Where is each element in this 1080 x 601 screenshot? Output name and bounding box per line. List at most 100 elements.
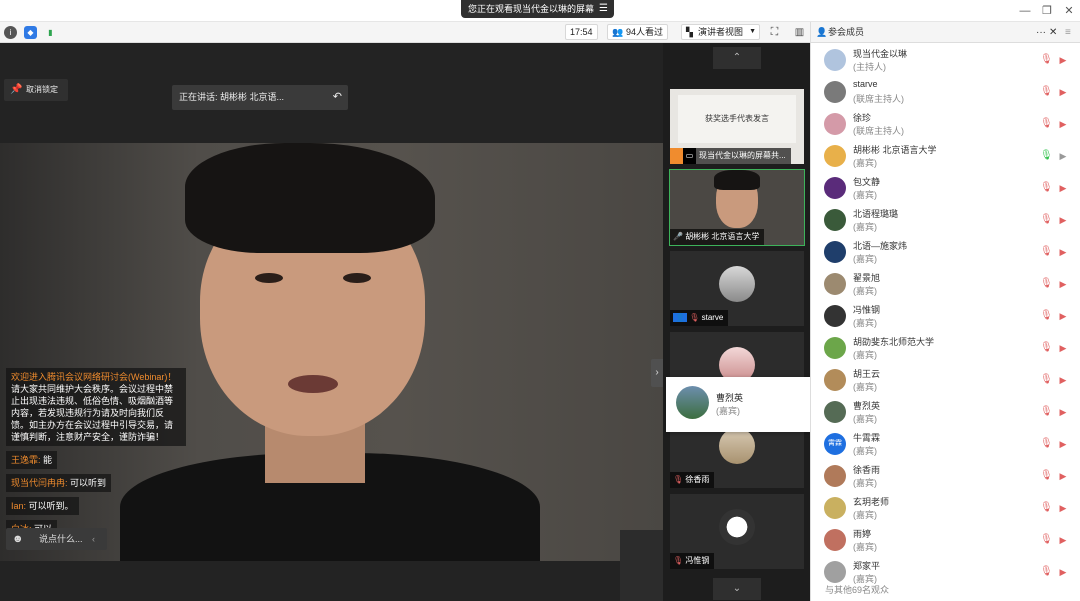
members-header: 👤 参会成员 ··· ✕ ≡ [811, 22, 1080, 43]
speaking-text: 正在讲话: 胡彬彬 北京语... [179, 92, 285, 102]
viewer-count[interactable]: 👥 94人看过 [607, 24, 669, 40]
camera-off-icon[interactable]: ▶ [1057, 534, 1069, 546]
camera-off-icon[interactable]: ▶ [1057, 342, 1069, 354]
thumb-participant[interactable]: 👤 🎙 starve [670, 251, 804, 326]
speaking-indicator: 正在讲话: 胡彬彬 北京语... ↶ [172, 85, 348, 110]
mic-muted-icon[interactable]: 🎙 [1040, 566, 1053, 578]
camera-off-icon[interactable]: ▶ [1057, 54, 1069, 66]
mic-muted-icon[interactable]: 🎙 [1040, 86, 1053, 98]
member-name: 胡王云 [853, 369, 881, 379]
unlock-label: 取消锁定 [26, 85, 58, 94]
camera-off-icon[interactable]: ▶ [1057, 470, 1069, 482]
chat-sender: Ian: [11, 501, 27, 511]
signal-icon[interactable]: ▮ [44, 26, 57, 39]
camera-off-icon[interactable]: ▶ [1057, 310, 1069, 322]
camera-off-icon[interactable]: ▶ [1057, 566, 1069, 578]
member-row[interactable]: 霄霖 牛霄霖 (嘉宾) 🎙 ▶ [811, 429, 1073, 461]
member-name: 翟景旭 [853, 273, 881, 283]
thumb-active-speaker[interactable]: 🎤 胡彬彬 北京语言大学 [669, 169, 805, 246]
share-banner-text: 您正在观看现当代金以琳的屏幕 [468, 4, 595, 14]
minimize-button[interactable]: — [1018, 4, 1032, 18]
member-row[interactable]: 玄玥老师 (嘉宾) 🎙 ▶ [811, 493, 1073, 525]
member-row[interactable]: 胡彬彬 北京语言大学 (嘉宾) 🎙 ▶ [811, 141, 1073, 173]
member-row[interactable]: 冯惟钢 (嘉宾) 🎙 ▶ [811, 301, 1073, 333]
camera-off-icon[interactable]: ▶ [1057, 502, 1069, 514]
mic-muted-icon[interactable]: 🎙 [1040, 278, 1053, 290]
camera-off-icon[interactable]: ▶ [1057, 438, 1069, 450]
hover-card-role: (嘉宾) [716, 406, 740, 416]
participant-hover-card[interactable]: 曹烈英 (嘉宾) [666, 377, 811, 432]
chevron-left-icon[interactable]: ‹ [92, 528, 95, 550]
camera-off-icon[interactable]: ▶ [1057, 246, 1069, 258]
emoji-icon[interactable]: ☻ [12, 528, 24, 550]
mic-muted-icon[interactable]: 🎙 [1040, 214, 1053, 226]
mic-muted-icon[interactable]: 🎙 [1040, 54, 1053, 66]
camera-on-icon[interactable]: ▶ [1057, 150, 1069, 162]
close-panel-icon[interactable]: ✕ [1049, 22, 1057, 43]
mic-muted-icon[interactable]: 🎙 [1040, 470, 1053, 482]
mic-muted-icon[interactable]: 🎙 [1040, 246, 1053, 258]
camera-off-icon[interactable]: ▶ [1057, 278, 1069, 290]
members-panel: 👤 参会成员 ··· ✕ ≡ 现当代金以琳 (主持人) 🎙 ▶ starve (联席主持人… [810, 22, 1080, 601]
thumb-participant[interactable]: 🎙 冯惟钢 [670, 494, 804, 569]
menu-icon[interactable]: ≡ [1065, 22, 1071, 43]
sidebar-toggle-icon[interactable]: ▥ [793, 26, 806, 39]
mic-muted-icon[interactable]: 🎙 [1040, 374, 1053, 386]
member-row[interactable]: 胡劭斐东北师范大学 (嘉宾) 🎙 ▶ [811, 333, 1073, 365]
unlock-view-button[interactable]: 📌 取消锁定 [4, 79, 68, 101]
mic-on-icon[interactable]: 🎙 [1040, 150, 1053, 162]
camera-off-icon[interactable]: ▶ [1057, 214, 1069, 226]
layout-icon: ▚ [686, 27, 693, 37]
view-mode-dropdown[interactable]: ▚ 演讲者视图 ▼ [681, 24, 760, 40]
close-window-button[interactable]: ✕ [1062, 4, 1076, 18]
member-row[interactable]: 北语程璐璐 (嘉宾) 🎙 ▶ [811, 205, 1073, 237]
scroll-up-button[interactable]: ⌃ [713, 47, 761, 69]
member-avatar [824, 401, 846, 423]
member-row[interactable]: 徐珍 (联席主持人) 🎙 ▶ [811, 109, 1073, 141]
camera-off-icon[interactable]: ▶ [1057, 182, 1069, 194]
other-viewers-count[interactable]: 与其他69名观众 [825, 583, 889, 596]
chat-input[interactable]: ☻ 说点什么... ‹ [6, 528, 107, 550]
mic-muted-icon[interactable]: 🎙 [1040, 310, 1053, 322]
mic-muted-icon[interactable]: 🎙 [1040, 406, 1053, 418]
member-row[interactable]: 北语—施家炜 (嘉宾) 🎙 ▶ [811, 237, 1073, 269]
hover-card-name: 曹烈英 [716, 393, 744, 403]
member-role: (主持人) [853, 62, 886, 72]
mic-muted-icon[interactable]: 🎙 [1040, 534, 1053, 546]
member-row[interactable]: 徐香雨 (嘉宾) 🎙 ▶ [811, 461, 1073, 493]
member-row[interactable]: 翟景旭 (嘉宾) 🎙 ▶ [811, 269, 1073, 301]
scroll-down-button[interactable]: ⌄ [713, 578, 761, 600]
thumb-label: 冯惟钢 [685, 556, 710, 565]
camera-off-icon[interactable]: ▶ [1057, 406, 1069, 418]
more-options-icon[interactable]: ··· [1036, 22, 1046, 43]
member-name: 玄玥老师 [853, 497, 890, 507]
member-name: 曹烈英 [853, 401, 881, 411]
member-row[interactable]: starve (联席主持人) 🎙 ▶ [811, 77, 1073, 109]
undo-icon[interactable]: ↶ [333, 85, 342, 110]
thumb-screen-share[interactable]: 获奖选手代表发言 现当代金以琳的屏幕共... ▭ [670, 89, 804, 164]
member-row[interactable]: 曹烈英 (嘉宾) 🎙 ▶ [811, 397, 1073, 429]
menu-icon[interactable]: ☰ [599, 0, 608, 18]
member-name: 现当代金以琳 [853, 49, 908, 59]
mic-muted-icon[interactable]: 🎙 [1040, 502, 1053, 514]
screen-share-banner[interactable]: 您正在观看现当代金以琳的屏幕 ☰ [461, 0, 614, 18]
info-icon[interactable]: i [4, 26, 17, 39]
member-row[interactable]: 雨婷 (嘉宾) 🎙 ▶ [811, 525, 1073, 557]
main-stage: 📌 取消锁定 正在讲话: 胡彬彬 北京语... ↶ 欢迎进入腾讯会议网络研讨会(… [0, 43, 754, 601]
member-row[interactable]: 胡王云 (嘉宾) 🎙 ▶ [811, 365, 1073, 397]
camera-off-icon[interactable]: ▶ [1057, 118, 1069, 130]
maximize-button[interactable]: ❐ [1040, 4, 1054, 18]
camera-off-icon[interactable]: ▶ [1057, 374, 1069, 386]
mic-muted-icon[interactable]: 🎙 [1040, 118, 1053, 130]
like-button[interactable]: 👍 1 [613, 530, 754, 601]
mic-muted-icon[interactable]: 🎙 [1040, 438, 1053, 450]
member-role: (嘉宾) [853, 158, 877, 168]
fullscreen-icon[interactable]: ⛶ [768, 26, 781, 39]
member-row[interactable]: 现当代金以琳 (主持人) 🎙 ▶ [811, 45, 1073, 77]
shield-icon[interactable]: ◆ [24, 26, 37, 39]
mic-muted-icon[interactable]: 🎙 [1040, 342, 1053, 354]
camera-off-icon[interactable]: ▶ [1057, 86, 1069, 98]
mic-muted-icon[interactable]: 🎙 [1040, 182, 1053, 194]
member-row[interactable]: 包文静 (嘉宾) 🎙 ▶ [811, 173, 1073, 205]
collapse-panel-handle[interactable]: › [651, 359, 663, 387]
